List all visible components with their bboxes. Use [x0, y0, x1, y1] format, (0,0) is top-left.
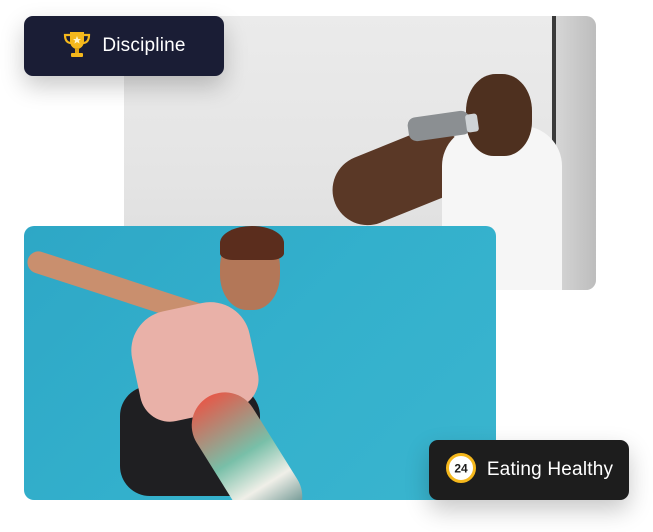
- photo-skateboarder: [24, 226, 496, 500]
- clock-24-text: 24: [454, 461, 468, 475]
- water-bottle-cap: [464, 113, 480, 133]
- discipline-label: Discipline: [102, 35, 186, 56]
- trophy-icon: [62, 29, 92, 64]
- clock-24-icon: 24: [445, 452, 477, 489]
- eating-healthy-badge: 24 Eating Healthy: [429, 440, 629, 500]
- discipline-badge: Discipline: [24, 16, 224, 76]
- eating-healthy-label: Eating Healthy: [486, 459, 614, 480]
- skater-hair: [220, 226, 284, 260]
